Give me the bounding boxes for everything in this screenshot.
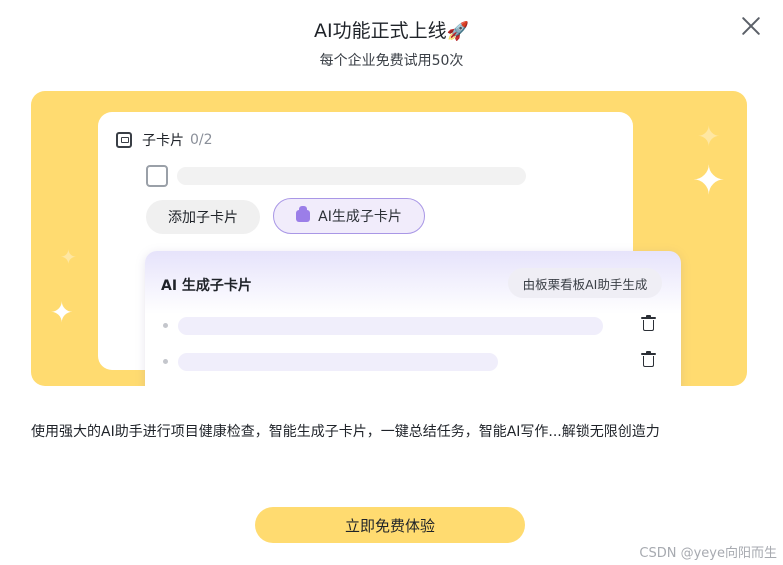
ai-generate-sub-card-button[interactable]: AI生成子卡片 [273,198,425,234]
trash-icon[interactable] [641,315,656,332]
sparkle-icon: ✦ [60,245,77,269]
close-icon[interactable] [740,15,762,37]
sub-card-count: 0/2 [190,132,213,148]
placeholder-bar [177,167,526,185]
feature-banner: ✦ ✦ ✦ ✦ 子卡片 0/2 添加子卡片 AI生成子卡片 AI 生成子卡片 由… [31,91,747,386]
watermark: CSDN @yeye向阳而生 [639,546,777,561]
placeholder-bar [178,317,603,335]
sub-card-checkbox[interactable] [146,165,168,187]
bullet [163,323,168,328]
sub-card-header: 子卡片 0/2 [116,130,213,150]
list-item [161,315,666,336]
card-icon [116,132,132,148]
ai-generate-label: AI生成子卡片 [318,209,402,225]
sparkle-icon: ✦ [697,120,721,153]
feature-description: 使用强大的AI助手进行项目健康检查，智能生成子卡片，一键总结任务，智能AI写作.… [31,424,660,440]
trash-icon[interactable] [641,351,656,368]
dialog-subtitle: 每个企业免费试用50次 [319,53,464,69]
placeholder-bar [178,353,498,371]
list-item [161,351,666,372]
ai-assistant-badge: 由板栗看板AI助手生成 [508,268,662,298]
ai-generate-panel: AI 生成子卡片 由板栗看板AI助手生成 [145,251,681,386]
sub-card-label: 子卡片 [142,133,184,149]
dialog-title: AI功能正式上线🚀 [313,20,470,42]
try-free-button[interactable]: 立即免费体验 [255,507,525,543]
bullet [163,359,168,364]
add-sub-card-button[interactable]: 添加子卡片 [146,200,260,234]
panel-title: AI 生成子卡片 [161,278,252,294]
sparkle-icon: ✦ [50,296,74,329]
sparkle-icon: ✦ [692,158,726,204]
ai-magic-icon [296,206,311,222]
rocket-icon: 🚀 [446,21,470,42]
